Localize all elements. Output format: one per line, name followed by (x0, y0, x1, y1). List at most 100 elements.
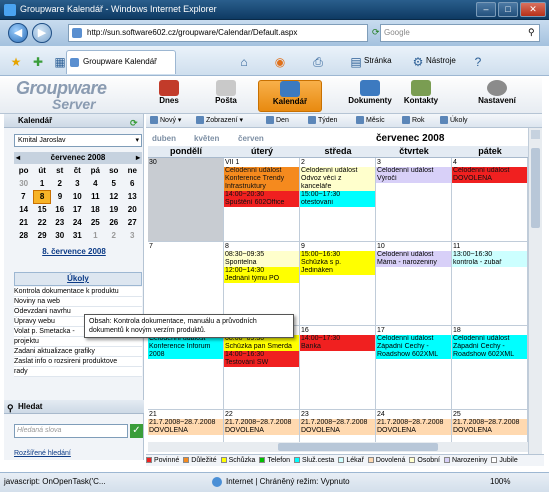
calendar-event[interactable]: 14:00~20:30 (224, 191, 299, 199)
new-button[interactable]: Nový ▾ (150, 115, 181, 127)
mini-calendar-day[interactable]: 1 (86, 229, 104, 242)
calendar-event[interactable]: Máma - narozeniny (376, 259, 451, 267)
calendar-event[interactable]: Západní Čechy - (452, 343, 527, 351)
calendar-event[interactable]: otestovani (300, 199, 375, 207)
maximize-button[interactable]: □ (498, 2, 518, 17)
calendar-event[interactable]: DOVOLENÁ (148, 427, 223, 435)
calendar-event[interactable]: Sporitelna (224, 259, 299, 267)
day-view-button[interactable]: Den (266, 115, 289, 127)
task-item[interactable]: projektu (14, 337, 142, 347)
mini-calendar-day[interactable]: 26 (105, 216, 123, 229)
year-view-button[interactable]: Rok (402, 115, 424, 127)
close-button[interactable]: ✕ (520, 2, 546, 17)
mini-calendar-day[interactable]: 27 (123, 216, 142, 229)
mini-calendar-day[interactable]: 12 (105, 190, 123, 203)
task-item[interactable]: Kontrola dokumentace k produktu (14, 287, 142, 297)
mini-calendar-day[interactable]: 28 (14, 229, 33, 242)
mini-calendar-day[interactable]: 20 (123, 203, 142, 216)
calendar-event[interactable]: 21.7.2008~28.7.2008 (300, 419, 375, 427)
calendar-day-cell[interactable]: VII 1 Celodenní událost Konference Trendy I… (224, 158, 300, 242)
calendar-event[interactable]: DOVOLENÁ (452, 427, 527, 435)
calendar-day-cell[interactable]: Celodenní událost Konference Inforum 2008 (148, 326, 224, 410)
tools-gear-icon[interactable]: ⚙ (410, 54, 426, 70)
mini-calendar-day[interactable]: 3 (69, 177, 87, 190)
url-field[interactable]: http://sun.software602.cz/groupware/Cale… (68, 24, 368, 42)
calendar-event[interactable]: 14:00~16:30 (224, 351, 299, 359)
help-icon[interactable]: ? (470, 54, 486, 70)
mini-calendar-day[interactable]: 2 (51, 177, 69, 190)
scroll-thumb[interactable] (531, 148, 540, 228)
refresh-icon[interactable]: ⟳ (372, 27, 380, 38)
mini-calendar-day[interactable]: 2 (105, 229, 123, 242)
mini-calendar-day[interactable]: 19 (105, 203, 123, 216)
mini-calendar-day[interactable]: 16 (51, 203, 69, 216)
month-view-button[interactable]: Měsíc (356, 115, 385, 127)
mini-calendar-day[interactable]: 9 (51, 190, 69, 203)
home-icon[interactable]: ⌂ (236, 54, 252, 70)
module-dnes[interactable]: Dnes (148, 80, 190, 112)
calendar-event[interactable]: Celodenní událost (376, 251, 451, 259)
back-button[interactable]: ◀ (8, 23, 28, 43)
calendar-event[interactable]: 15:00~17:30 (300, 191, 375, 199)
module-kalendar[interactable]: Kalendář (258, 80, 322, 112)
mini-calendar-day[interactable]: 18 (86, 203, 104, 216)
advanced-search-link[interactable]: Rozšířené hledání (14, 450, 71, 457)
calendar-event[interactable]: 21.7.2008~28.7.2008 (148, 419, 223, 427)
calendar-event[interactable]: Celodenní událost (300, 167, 375, 175)
mini-calendar-day[interactable]: 3 (123, 229, 142, 242)
week-view-button[interactable]: Týden (308, 115, 337, 127)
task-item[interactable]: Zadani aktualizace grafiky (14, 347, 142, 357)
favorites-star-icon[interactable]: ★ (8, 54, 24, 70)
search-icon[interactable]: ⚲ (528, 27, 535, 38)
calendar-event[interactable]: 14:00~17:30 (300, 335, 375, 343)
calendar-event[interactable]: Celodenní událost (224, 167, 299, 175)
mini-calendar-day[interactable]: 29 (33, 229, 51, 242)
calendar-event[interactable]: Schůzka pan Šmerda (224, 343, 299, 351)
calendar-day-cell[interactable]: 11 13:00~16:30 kontrola - zubař (452, 242, 528, 326)
calendar-event[interactable]: 2008 (148, 351, 223, 359)
calendar-event[interactable]: 21.7.2008~28.7.2008 (452, 419, 527, 427)
mini-calendar-day[interactable]: 22 (33, 216, 51, 229)
add-favorite-icon[interactable]: ✚ (30, 54, 46, 70)
minimize-button[interactable]: – (476, 2, 496, 17)
calendar-event[interactable]: Infrastruktury (224, 183, 299, 191)
calendar-event[interactable]: 21.7.2008~28.7.2008 (224, 419, 299, 427)
mini-calendar-day[interactable]: 6 (123, 177, 142, 190)
mini-calendar-day[interactable]: 23 (51, 216, 69, 229)
calendar-day-cell[interactable]: 18 Celodenní událost Západní Čechy - Roadsh… (452, 326, 528, 410)
calendar-event[interactable]: Roadshow 602XML (376, 351, 451, 359)
calendar-event[interactable]: DOVOLENÁ (376, 427, 451, 435)
calendar-event[interactable]: Západní Čechy - (376, 343, 451, 351)
page-menu-label[interactable]: Stránka (364, 56, 392, 65)
view-button[interactable]: Zobrazení ▾ (196, 115, 243, 127)
mini-calendar-day[interactable]: 4 (86, 177, 104, 190)
zoom-level[interactable]: 100% (490, 473, 510, 491)
calendar-event[interactable]: 21.7.2008~28.7.2008 (376, 419, 451, 427)
calendar-event[interactable]: 12:00~14:30 (224, 267, 299, 275)
task-item[interactable]: rady (14, 367, 142, 377)
calendar-event[interactable]: Celodenní událost (452, 335, 527, 343)
calendar-event[interactable]: Spuštění 602Office (224, 199, 299, 207)
module-posta[interactable]: Pošta (204, 80, 248, 112)
calendar-event[interactable]: Celodenní událost (376, 167, 451, 175)
search-field[interactable]: Google (380, 24, 540, 42)
mini-calendar-day[interactable]: 25 (86, 216, 104, 229)
calendar-event[interactable]: Celodenní událost (452, 167, 527, 175)
calendar-event[interactable]: Celodenní událost (376, 335, 451, 343)
page-menu-icon[interactable]: ▤ (348, 54, 364, 70)
calendar-day-cell[interactable]: 30 (148, 158, 224, 242)
horizontal-scrollbar[interactable] (148, 442, 528, 452)
calendar-day-cell[interactable]: 17 Celodenní událost Západní Čechy - Roadsh… (376, 326, 452, 410)
calendar-event[interactable]: kontrola - zubař (452, 259, 527, 267)
calendar-event[interactable]: 08:30~09:35 (224, 251, 299, 259)
calendar-event[interactable]: Schůzka s p. (300, 259, 375, 267)
tasks-header[interactable]: Úkoly (14, 272, 142, 286)
module-nastaveni[interactable]: Nastavení (462, 80, 532, 112)
tools-menu-label[interactable]: Nástroje (426, 56, 456, 65)
calendar-event[interactable]: 15:00~16:30 (300, 251, 375, 259)
calendar-event[interactable]: Jednání týmu PO (224, 275, 299, 283)
browser-tab[interactable]: Groupware Kalendář (66, 50, 176, 74)
search-go-button[interactable]: ✓ (130, 424, 143, 438)
tasks-button[interactable]: Úkoly (440, 115, 468, 127)
month-nav-may[interactable]: květen (194, 134, 219, 143)
